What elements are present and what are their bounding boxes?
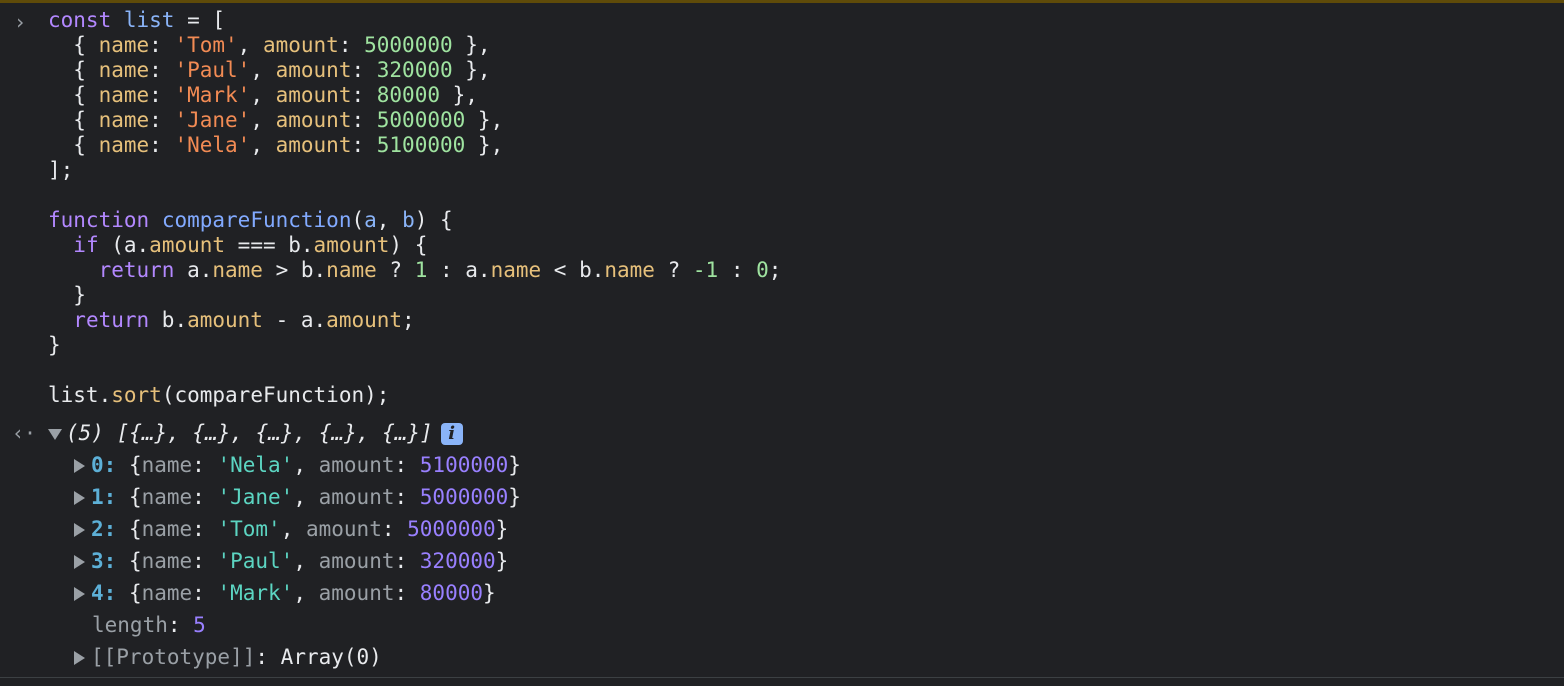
code-line-close: ]; [48,158,74,182]
result-entry[interactable]: 1: {name: 'Jane', amount: 5000000} [74,481,521,513]
code-line-brace: } [48,283,86,307]
expand-triangle-icon[interactable] [74,587,85,601]
result-entry[interactable]: 2: {name: 'Tom', amount: 5000000} [74,513,508,545]
result-summary[interactable]: (5) [{…}, {…}, {…}, {…}, {…}] i [48,417,463,449]
result-entry[interactable]: 4: {name: 'Mark', amount: 80000} [74,577,496,609]
prompt-chevron-icon: › [14,10,27,34]
code-line-brace: } [48,333,61,357]
code-item-line: { name: 'Tom', amount: 5000000 }, [48,33,491,57]
code-item-line: { name: 'Paul', amount: 320000 }, [48,58,491,82]
code-item-line: { name: 'Jane', amount: 5000000 }, [48,108,504,132]
expand-triangle-icon[interactable] [74,523,85,537]
result-entry[interactable]: 3: {name: 'Paul', amount: 320000} [74,545,508,577]
code-line-sort: list.sort(compareFunction); [48,383,390,407]
expand-triangle-icon[interactable] [74,459,85,473]
code-item-line: { name: 'Mark', amount: 80000 }, [48,83,478,107]
code-line-1: const list = [ [48,8,226,32]
result-chevron-icon: ‹· [12,421,37,445]
result-length: length: 5 [92,613,206,637]
expand-triangle-icon[interactable] [74,491,85,505]
collapse-triangle-icon[interactable] [48,428,62,440]
bottom-border [0,677,1564,678]
top-border [0,0,1564,3]
result-prototype[interactable]: [[Prototype]]: Array(0) [74,641,382,673]
code-line-if: if (a.amount === b.amount) { [73,233,428,257]
result-entry[interactable]: 0: {name: 'Nela', amount: 5100000} [74,449,521,481]
code-line-return-diff: return b.amount - a.amount; [73,308,415,332]
expand-triangle-icon[interactable] [74,555,85,569]
code-line-return-ternary: return a.name > b.name ? 1 : a.name < b.… [98,258,782,282]
expand-triangle-icon[interactable] [74,651,85,665]
code-item-line: { name: 'Nela', amount: 5100000 }, [48,133,504,157]
code-line-function: function compareFunction(a, b) { [48,208,453,232]
info-icon[interactable]: i [440,423,463,445]
